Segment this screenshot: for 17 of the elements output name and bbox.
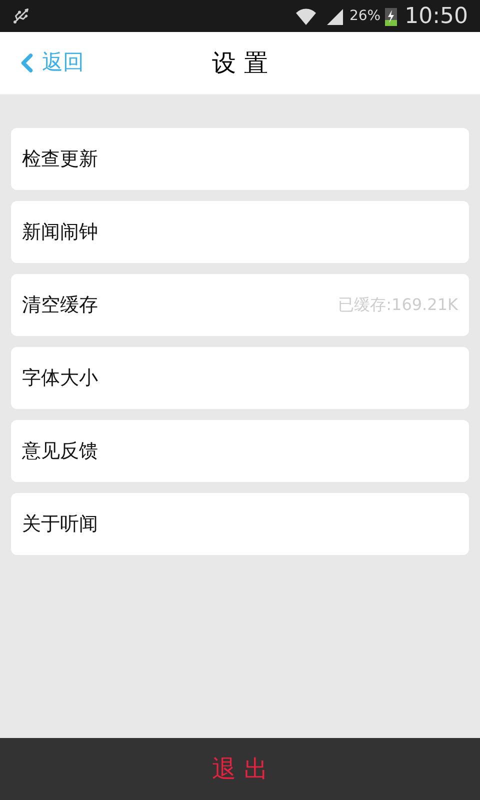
item-label: 清空缓存 [22,292,98,318]
wifi-icon [295,6,318,26]
item-label: 意见反馈 [22,438,98,464]
settings-item[interactable]: 字体大小 [11,347,469,409]
settings-item[interactable]: 检查更新 [11,128,469,190]
item-label: 新闻闹钟 [22,220,98,245]
settings-item[interactable]: 意见反馈 [11,420,469,482]
settings-item[interactable]: 新闻闹钟 [11,201,469,263]
item-label: 检查更新 [22,146,98,172]
settings-item[interactable]: 关于听闻 [11,493,469,555]
item-label: 关于听闻 [22,512,98,537]
item-label: 字体大小 [22,366,98,391]
battery-percent: 26% [349,6,381,26]
usb-icon [12,7,30,25]
battery-icon [384,6,397,26]
clock: 10:50 [404,2,468,30]
page-title: 设 置 [212,48,268,79]
